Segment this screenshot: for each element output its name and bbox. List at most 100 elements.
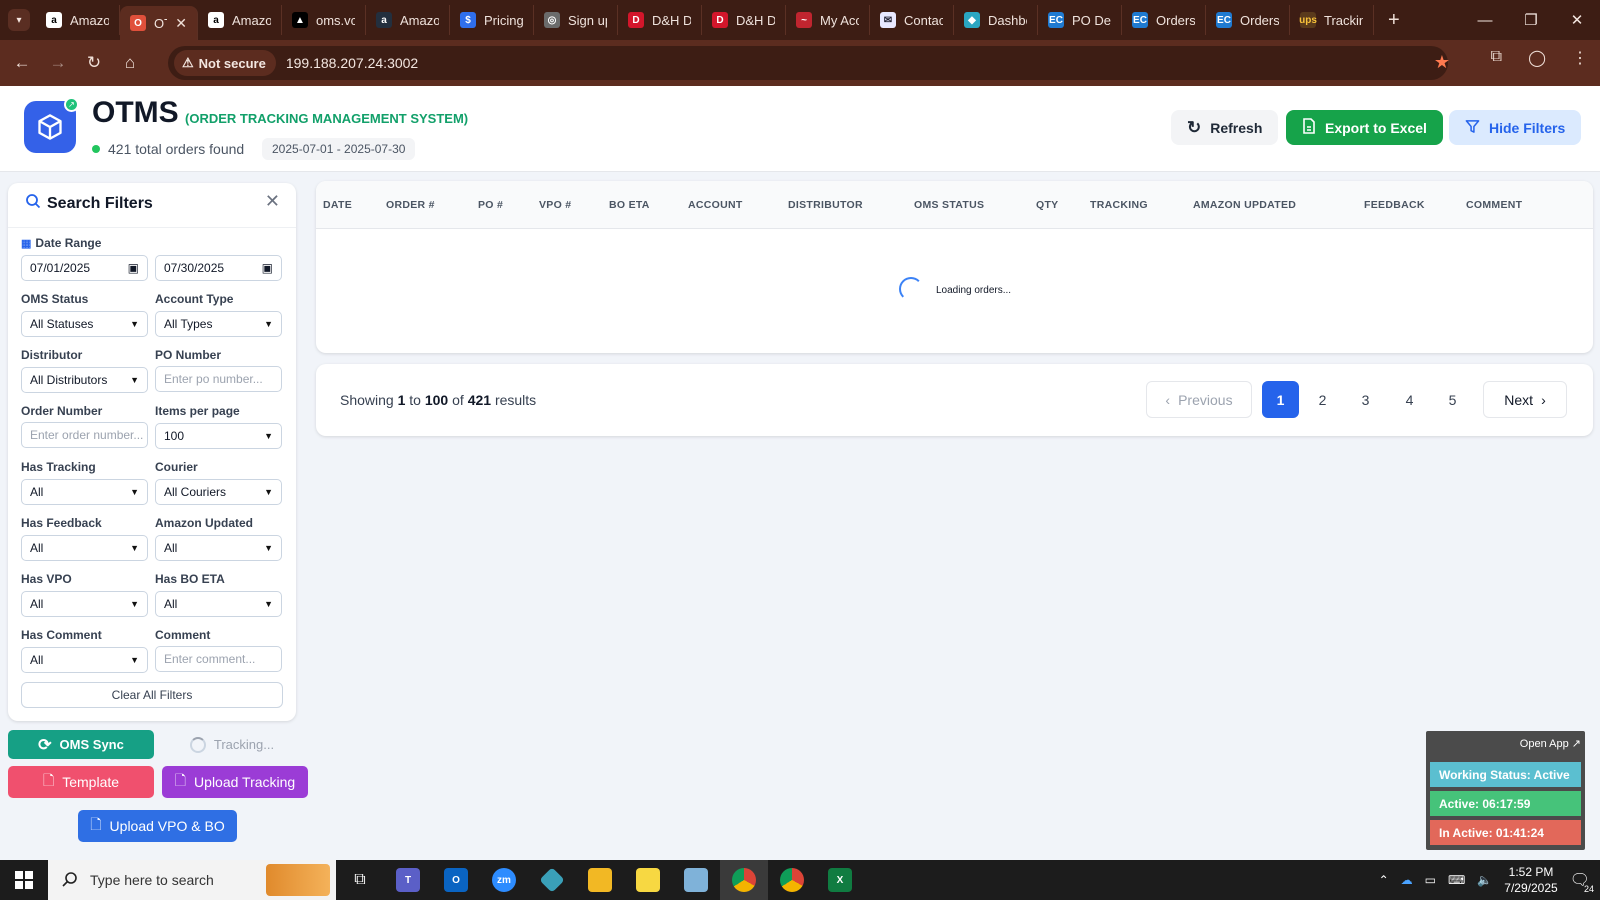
date-to-input[interactable]: 07/30/2025 ▣ xyxy=(155,255,282,281)
has-feedback-select[interactable]: All ▼ xyxy=(21,535,148,561)
profile-avatar-icon[interactable]: ◯ xyxy=(1528,48,1546,68)
clear-all-filters-button[interactable]: Clear All Filters xyxy=(21,682,283,708)
refresh-button[interactable]: ↻ Refresh xyxy=(1171,110,1279,145)
page-button[interactable]: 2 xyxy=(1304,381,1341,418)
close-filters-icon[interactable]: ✕ xyxy=(265,191,280,212)
column-header[interactable]: COMMENT xyxy=(1466,199,1522,211)
app-diamond-icon[interactable] xyxy=(528,860,576,900)
tracking-button[interactable]: Tracking... xyxy=(162,730,302,759)
notepad-icon[interactable] xyxy=(672,860,720,900)
account-type-select[interactable]: All Types ▼ xyxy=(155,311,282,337)
taskbar-clock[interactable]: 1:52 PM 7/29/2025 xyxy=(1504,864,1557,896)
browser-tab[interactable]: EC PO Det xyxy=(1038,5,1122,35)
task-view-icon[interactable]: ⧉ xyxy=(336,860,384,900)
browser-tab[interactable]: ✉ Contac xyxy=(870,5,954,35)
column-header[interactable]: BO ETA xyxy=(609,199,650,211)
calendar-picker-icon[interactable]: ▣ xyxy=(262,261,273,275)
column-header[interactable]: OMS STATUS xyxy=(914,199,984,211)
upload-vpo-bo-button[interactable]: 🗋 Upload VPO & BO xyxy=(78,810,237,842)
date-from-input[interactable]: 07/01/2025 ▣ xyxy=(21,255,148,281)
browser-tab[interactable]: a Amazon xyxy=(366,5,450,35)
close-window-icon[interactable]: ✕ xyxy=(1554,0,1600,40)
tab-search-chevron-icon[interactable]: ▾ xyxy=(8,9,30,31)
reload-icon[interactable]: ↻ xyxy=(76,53,112,73)
page-button[interactable]: 4 xyxy=(1391,381,1428,418)
column-header[interactable]: DATE xyxy=(323,199,352,211)
has-comment-select[interactable]: All ▼ xyxy=(21,647,148,673)
column-header[interactable]: FEEDBACK xyxy=(1364,199,1425,211)
sticky-notes-icon[interactable] xyxy=(624,860,672,900)
oms-status-select[interactable]: All Statuses ▼ xyxy=(21,311,148,337)
outlook-icon[interactable]: O xyxy=(432,860,480,900)
page-button[interactable]: 3 xyxy=(1347,381,1384,418)
teams-icon[interactable]: T xyxy=(384,860,432,900)
tray-chevron-up-icon[interactable]: ⌃ xyxy=(1379,873,1389,887)
column-header[interactable]: VPO # xyxy=(539,199,571,211)
browser-tab[interactable]: EC Orders xyxy=(1206,5,1290,35)
file-explorer-icon[interactable] xyxy=(576,860,624,900)
not-secure-chip[interactable]: ⚠ Not secure xyxy=(174,50,276,76)
network-icon[interactable]: ▭ xyxy=(1425,873,1436,887)
page-button[interactable]: 5 xyxy=(1434,381,1471,418)
column-header[interactable]: QTY xyxy=(1036,199,1059,211)
browser-tab[interactable]: O OTMS ✕ xyxy=(120,6,198,40)
column-header[interactable]: AMAZON UPDATED xyxy=(1193,199,1296,211)
close-tab-icon[interactable]: ✕ xyxy=(175,15,187,32)
browser-tab[interactable]: D D&H D xyxy=(702,5,786,35)
forward-arrow-icon[interactable]: → xyxy=(40,53,76,73)
open-app-link[interactable]: Open App ↗ xyxy=(1520,737,1581,750)
previous-page-button[interactable]: ‹ Previous xyxy=(1146,381,1252,418)
browser-tab[interactable]: a Amazon xyxy=(198,5,282,35)
restore-icon[interactable]: ❐ xyxy=(1508,0,1554,40)
column-header[interactable]: TRACKING xyxy=(1090,199,1148,211)
bookmark-star-icon[interactable]: ★ xyxy=(1434,52,1450,73)
has-bo-eta-select[interactable]: All ▼ xyxy=(155,591,282,617)
hide-filters-button[interactable]: Hide Filters xyxy=(1449,110,1582,145)
comment-input[interactable]: Enter comment... xyxy=(155,646,282,672)
browser-tab[interactable]: $ Pricing xyxy=(450,5,534,35)
onedrive-cloud-icon[interactable]: ☁ xyxy=(1401,873,1413,887)
column-header[interactable]: ORDER # xyxy=(386,199,435,211)
new-tab-plus-icon[interactable]: + xyxy=(1388,9,1400,32)
next-page-button[interactable]: Next › xyxy=(1483,381,1567,418)
courier-select[interactable]: All Couriers ▼ xyxy=(155,479,282,505)
oms-sync-button[interactable]: ⟳ OMS Sync xyxy=(8,730,154,759)
has-tracking-select[interactable]: All ▼ xyxy=(21,479,148,505)
page-button[interactable]: 1 xyxy=(1262,381,1299,418)
extensions-puzzle-icon[interactable]: ⧉ xyxy=(1491,48,1502,68)
excel-icon[interactable]: X xyxy=(816,860,864,900)
chrome-icon[interactable] xyxy=(768,860,816,900)
browser-menu-kebab-icon[interactable]: ⋮ xyxy=(1572,48,1588,68)
browser-tab[interactable]: ◆ Dashbo xyxy=(954,5,1038,35)
amazon-updated-select[interactable]: All ▼ xyxy=(155,535,282,561)
po-number-input[interactable]: Enter po number... xyxy=(155,366,282,392)
column-header[interactable]: PO # xyxy=(478,199,503,211)
browser-tab[interactable]: ▲ oms.vc xyxy=(282,5,366,35)
template-button[interactable]: 🗋 Template xyxy=(8,766,154,798)
zoom-icon[interactable]: zm xyxy=(480,860,528,900)
browser-tab[interactable]: EC Orders xyxy=(1122,5,1206,35)
items-per-page-select[interactable]: 100 ▼ xyxy=(155,423,282,449)
export-excel-button[interactable]: Export to Excel xyxy=(1286,110,1443,145)
browser-tab[interactable]: D D&H D xyxy=(618,5,702,35)
chrome-icon-active[interactable] xyxy=(720,860,768,900)
column-header[interactable]: DISTRIBUTOR xyxy=(788,199,863,211)
browser-tab[interactable]: ~ My Acc xyxy=(786,5,870,35)
browser-tab[interactable]: a Amazon xyxy=(36,5,120,35)
back-arrow-icon[interactable]: ← xyxy=(4,53,40,73)
minimize-icon[interactable]: — xyxy=(1462,0,1508,40)
upload-tracking-button[interactable]: 🗋 Upload Tracking xyxy=(162,766,308,798)
volume-icon[interactable]: 🔈 xyxy=(1477,873,1492,887)
column-header[interactable]: ACCOUNT xyxy=(688,199,743,211)
has-vpo-select[interactable]: All ▼ xyxy=(21,591,148,617)
browser-tab[interactable]: ups Trackin xyxy=(1290,5,1374,35)
notifications-icon[interactable]: 🗨 24 xyxy=(1570,870,1596,894)
address-bar[interactable]: ⚠ Not secure 199.188.207.24:3002 ★ xyxy=(168,46,1450,80)
display-icon[interactable]: ⌨ xyxy=(1448,873,1465,887)
order-number-input[interactable]: Enter order number... xyxy=(21,422,148,448)
windows-start-icon[interactable] xyxy=(0,860,48,900)
taskbar-search-box[interactable]: Type here to search xyxy=(48,860,336,900)
browser-tab[interactable]: ◎ Sign up xyxy=(534,5,618,35)
home-icon[interactable]: ⌂ xyxy=(112,53,148,73)
distributor-select[interactable]: All Distributors ▼ xyxy=(21,367,148,393)
